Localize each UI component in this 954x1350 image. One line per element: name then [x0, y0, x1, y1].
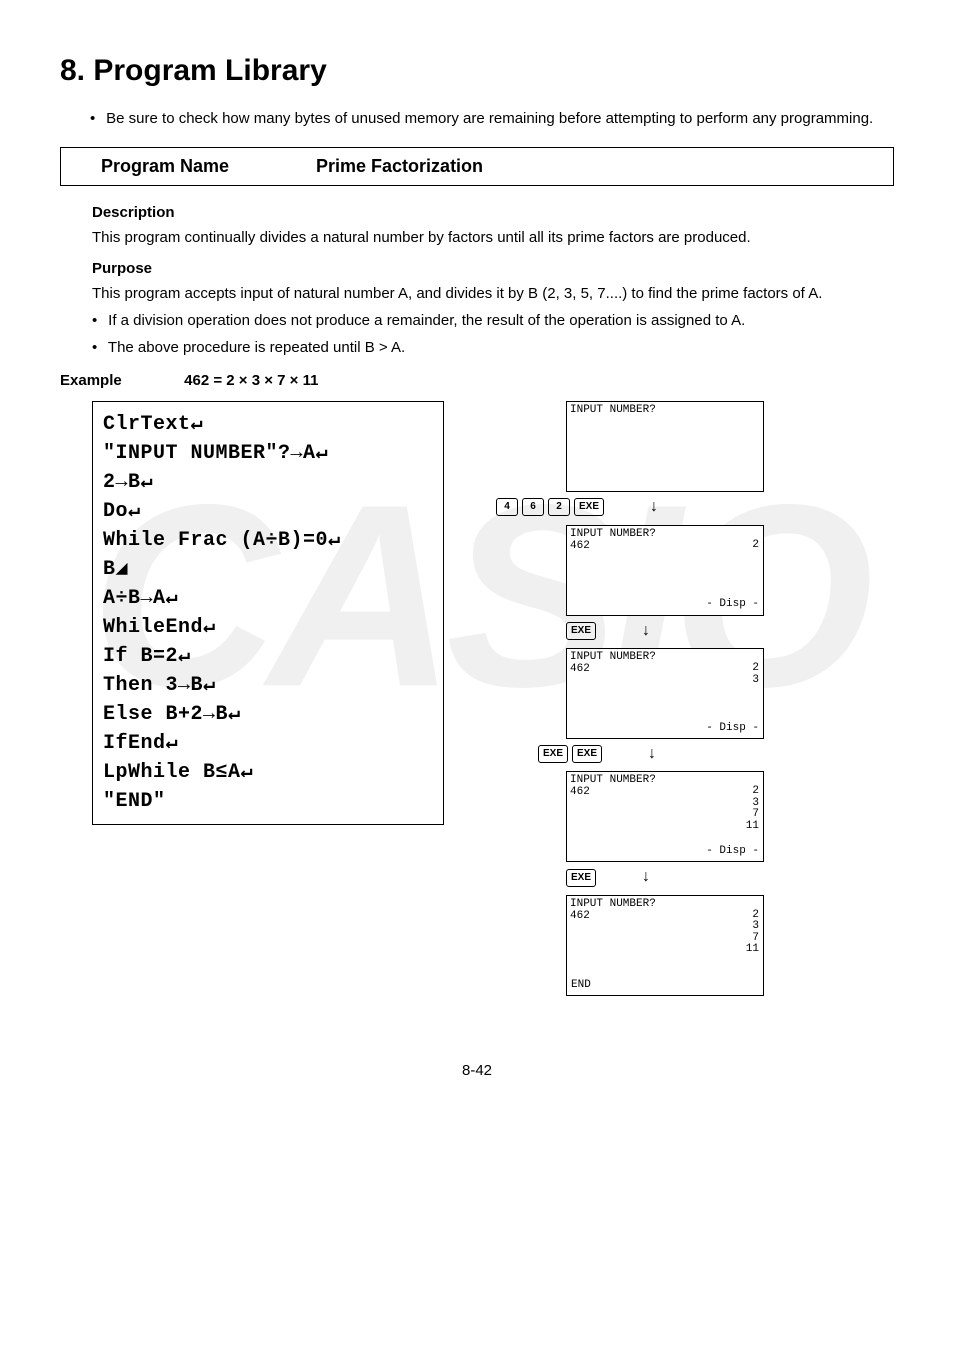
bullet-icon: •: [90, 108, 102, 129]
code-line: IfEnd↵: [103, 729, 433, 758]
key-exe: EXE: [538, 745, 568, 763]
code-line: "END": [103, 787, 433, 816]
bullet-icon: •: [92, 337, 104, 358]
program-name-box: Program Name Prime Factorization: [60, 147, 894, 186]
page-number: 8-42: [60, 1060, 894, 1081]
screen-line: INPUT NUMBER?: [570, 651, 760, 663]
code-line: While Frac (A÷B)=0↵: [103, 526, 433, 555]
code-line: A÷B→A↵: [103, 584, 433, 613]
purpose-title: Purpose: [92, 258, 894, 279]
program-code-box: ClrText↵ "INPUT NUMBER"?→A↵ 2→B↵ Do↵ Whi…: [92, 401, 444, 825]
screen-result: 23 711: [746, 910, 759, 956]
key-exe: EXE: [574, 498, 604, 516]
description-title: Description: [92, 202, 894, 223]
page-title: 8. Program Library: [60, 50, 894, 92]
code-line: "INPUT NUMBER"?→A↵: [103, 439, 433, 468]
key-2: 2: [548, 498, 570, 516]
code-line: 2→B↵: [103, 468, 433, 497]
code-line: B◢: [103, 555, 433, 584]
screen-line: 462: [570, 663, 760, 675]
code-line: ClrText↵: [103, 410, 433, 439]
screen-result: 2: [752, 540, 759, 552]
purpose-bullet-2: The above procedure is repeated until B …: [108, 339, 405, 356]
key-6: 6: [522, 498, 544, 516]
code-line: Do↵: [103, 497, 433, 526]
bullet-icon: •: [92, 310, 104, 331]
screen-result: 23 711: [746, 786, 759, 832]
down-arrow-icon: ↓: [650, 496, 658, 518]
calc-screen-4: INPUT NUMBER? 462 23 711 - Disp -: [566, 771, 764, 862]
intro-paragraph: • Be sure to check how many bytes of unu…: [90, 108, 894, 129]
key-exe: EXE: [566, 869, 596, 887]
intro-text: Be sure to check how many bytes of unuse…: [106, 110, 873, 127]
screen-line: 462: [570, 786, 760, 798]
screen-line: INPUT NUMBER?: [570, 774, 760, 786]
key-exe: EXE: [566, 622, 596, 640]
screen-end: END: [571, 979, 591, 991]
calc-screen-1: INPUT NUMBER?: [566, 401, 764, 492]
code-line: If B=2↵: [103, 642, 433, 671]
screen-line: 462: [570, 540, 760, 552]
screen-line: INPUT NUMBER?: [570, 528, 760, 540]
code-line: Then 3→B↵: [103, 671, 433, 700]
example-equation: 462 = 2 × 3 × 7 × 11: [184, 372, 318, 389]
disp-indicator: - Disp -: [706, 598, 759, 610]
down-arrow-icon: ↓: [642, 620, 650, 642]
screen-line: 462: [570, 910, 760, 922]
example-label: Example: [60, 370, 180, 391]
code-line: WhileEnd↵: [103, 613, 433, 642]
purpose-text: This program accepts input of natural nu…: [92, 283, 894, 304]
key-4: 4: [496, 498, 518, 516]
key-exe: EXE: [572, 745, 602, 763]
calc-screen-2: INPUT NUMBER? 462 2 - Disp -: [566, 525, 764, 616]
disp-indicator: - Disp -: [706, 845, 759, 857]
screen-result: 23: [752, 663, 759, 686]
screen-line: INPUT NUMBER?: [570, 404, 760, 416]
code-line: Else B+2→B↵: [103, 700, 433, 729]
screen-line: INPUT NUMBER?: [570, 898, 760, 910]
calc-screen-3: INPUT NUMBER? 462 23 - Disp -: [566, 648, 764, 739]
calc-screen-5: INPUT NUMBER? 462 23 711 END: [566, 895, 764, 996]
purpose-bullet-1: If a division operation does not produce…: [108, 312, 745, 329]
description-text: This program continually divides a natur…: [92, 227, 894, 248]
down-arrow-icon: ↓: [642, 866, 650, 888]
code-line: LpWhile B≤A↵: [103, 758, 433, 787]
program-name-label: Program Name: [101, 154, 311, 179]
down-arrow-icon: ↓: [648, 743, 656, 765]
program-name-value: Prime Factorization: [316, 156, 483, 176]
disp-indicator: - Disp -: [706, 722, 759, 734]
